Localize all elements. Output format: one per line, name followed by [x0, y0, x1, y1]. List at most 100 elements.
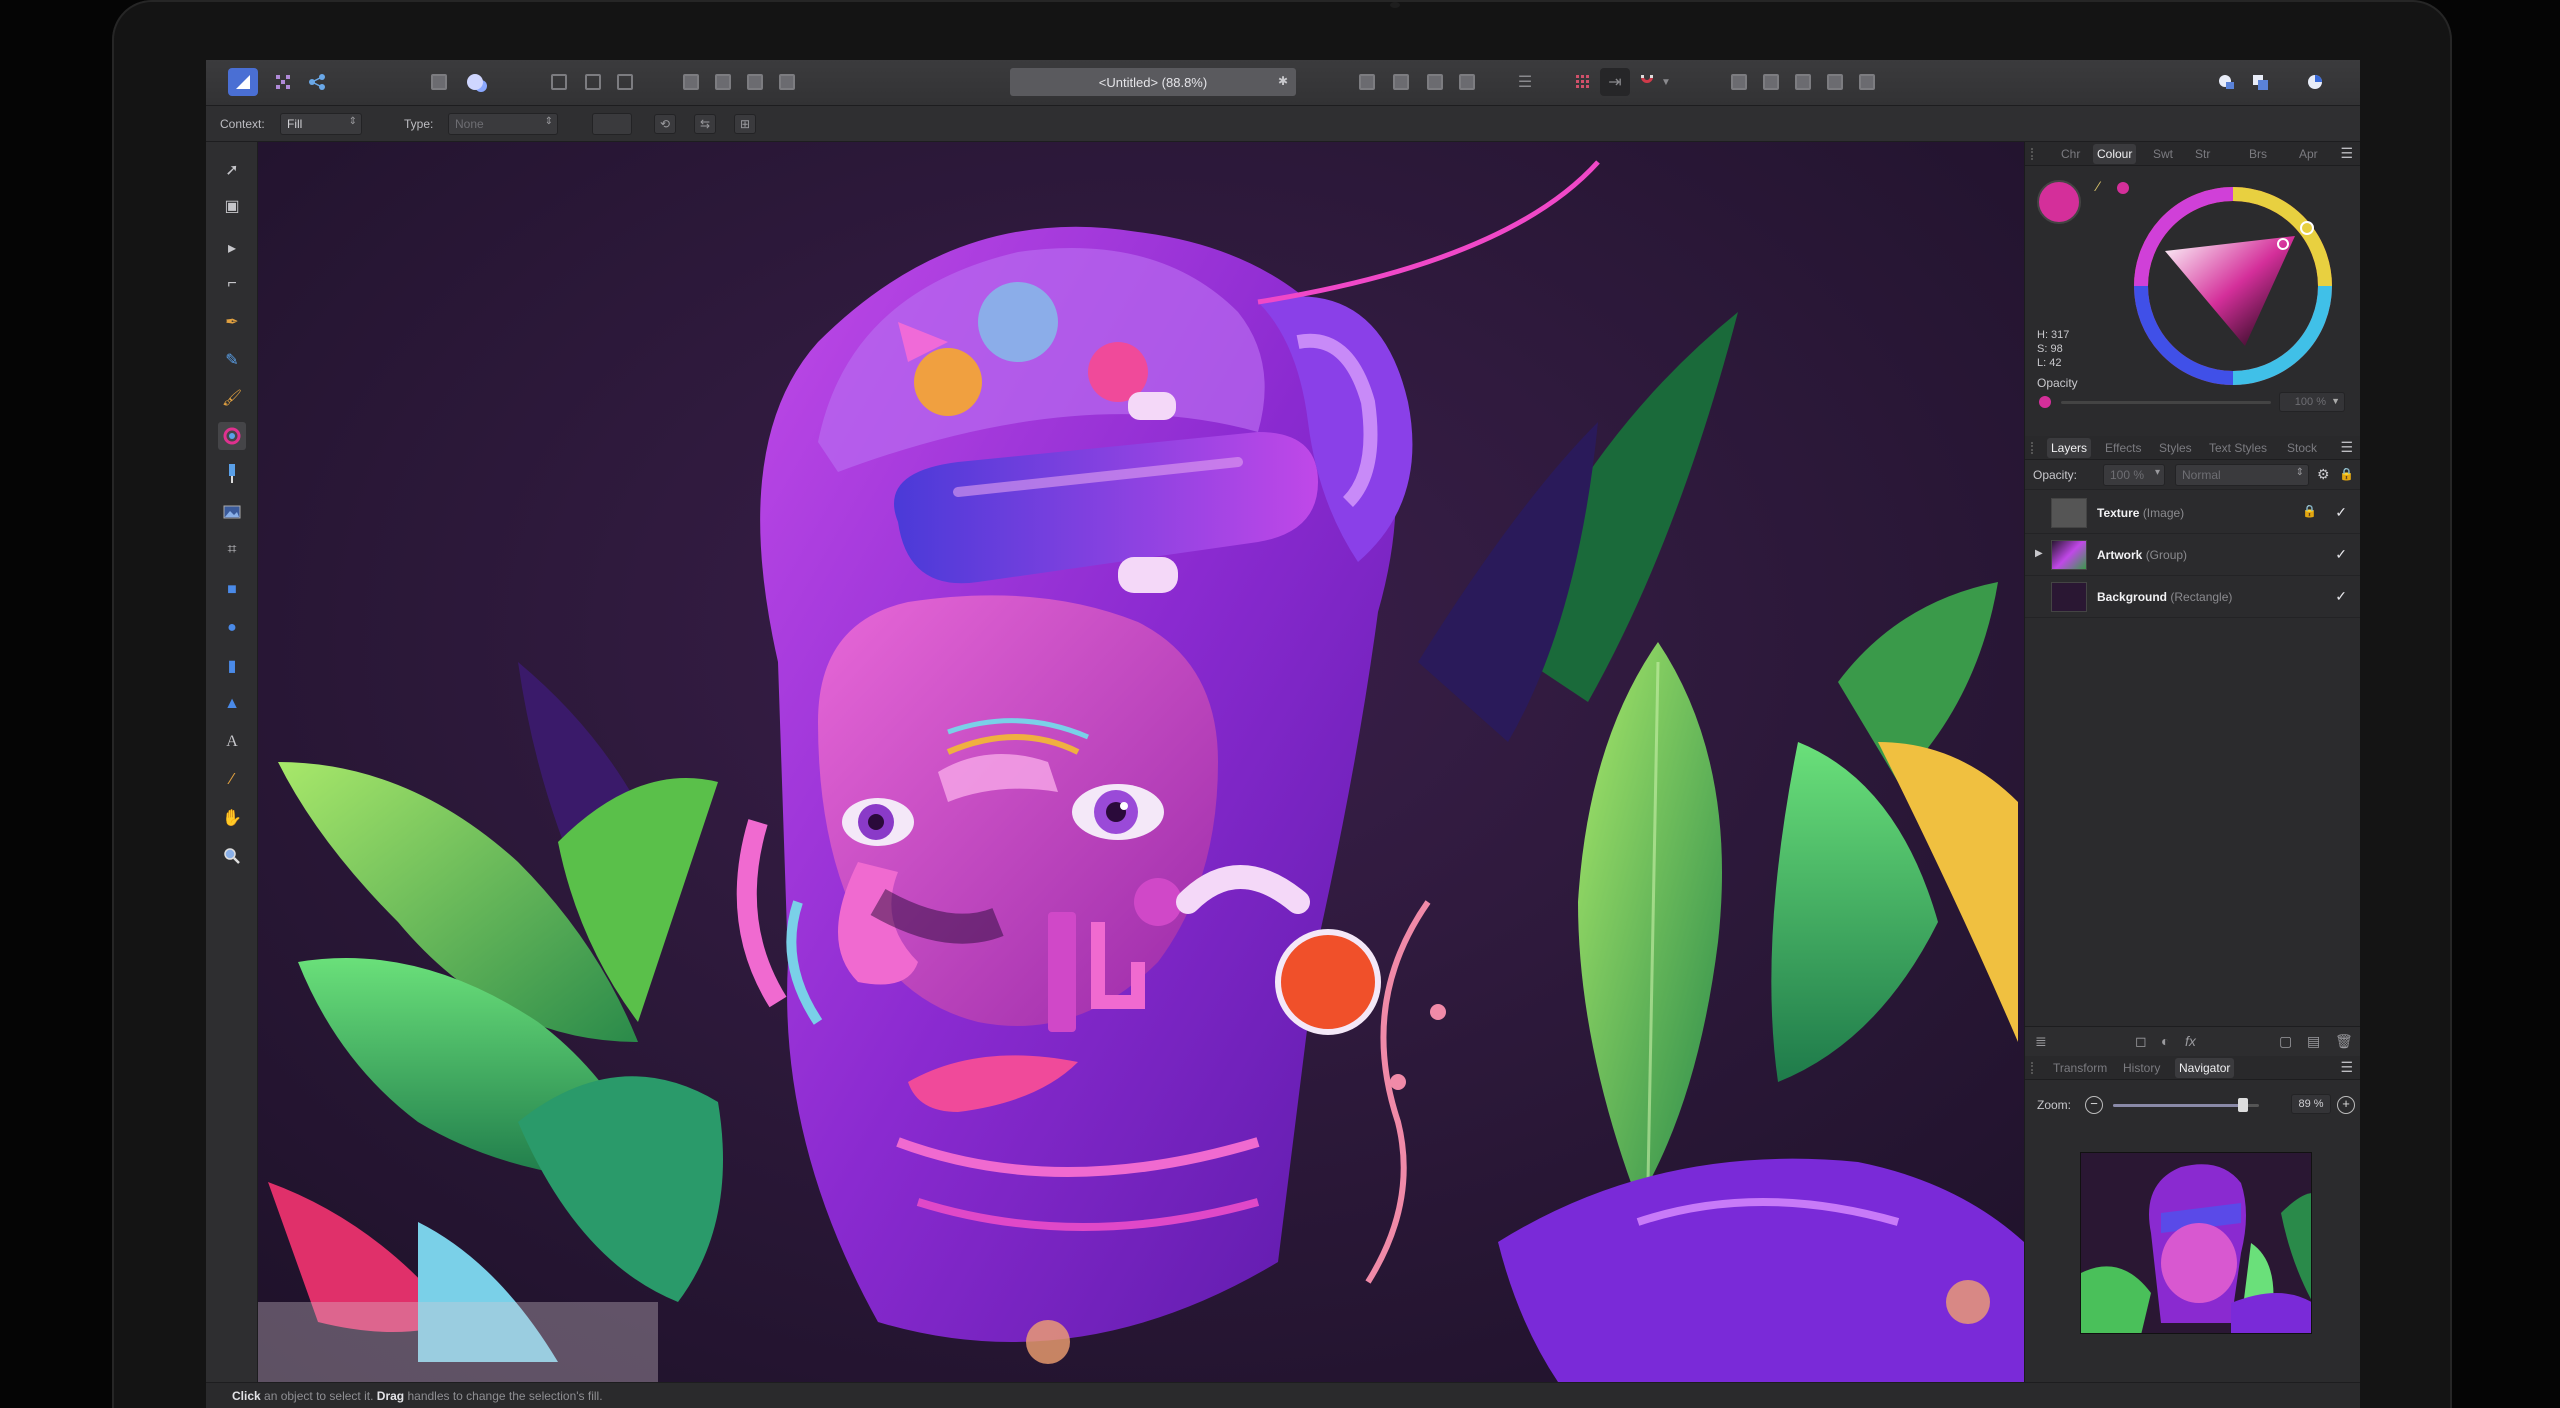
rotate-right-icon[interactable] [1452, 68, 1482, 96]
fill-options-icon[interactable]: ⊞ [734, 114, 756, 134]
boolean-xor-icon[interactable] [1820, 68, 1850, 96]
expand-triangle-icon[interactable]: ▶ [2035, 548, 2043, 559]
tab-effects[interactable]: Effects [2105, 441, 2141, 455]
panel-menu-icon[interactable]: ☰ [2340, 439, 2353, 456]
layer-row-texture[interactable]: Texture (Image) 🔒 ✓ [2025, 492, 2360, 534]
swatch-field[interactable] [592, 113, 632, 135]
tab-navigator[interactable]: Navigator [2175, 1058, 2235, 1078]
rounded-rectangle-tool-icon[interactable]: ▮ [218, 652, 246, 680]
snap-frame-icon[interactable] [544, 68, 574, 96]
pen-tool-icon[interactable]: ✒ [218, 308, 246, 336]
tab-styles[interactable]: Styles [2159, 441, 2192, 455]
fill-colour-swatch[interactable] [2037, 180, 2081, 224]
zoom-field[interactable]: 89 % [2291, 1094, 2331, 1114]
zoom-in-icon[interactable]: + [2337, 1096, 2355, 1114]
layer-stack-icon[interactable]: ≣ [2035, 1033, 2047, 1050]
arrange-icon[interactable] [2246, 68, 2276, 96]
snap-grid-icon[interactable] [578, 68, 608, 96]
tab-layers[interactable]: Layers [2047, 438, 2092, 458]
place-image-tool-icon[interactable] [218, 498, 246, 526]
tab-transform[interactable]: Transform [2053, 1061, 2107, 1075]
boolean-intersect-icon[interactable] [1788, 68, 1818, 96]
zoom-slider[interactable] [2113, 1098, 2259, 1112]
transform-bounds-icon[interactable] [610, 68, 640, 96]
trash-icon[interactable]: 🗑 [2335, 1033, 2353, 1050]
insert-behind-icon[interactable] [676, 68, 706, 96]
gear-icon[interactable]: ⚙ [2317, 466, 2330, 483]
hand-tool-icon[interactable]: ✋ [218, 804, 246, 832]
text-tool-icon[interactable]: A [218, 728, 246, 756]
tab-appearance[interactable]: Apr [2299, 147, 2318, 161]
mask-layer-icon[interactable]: ◻ [2135, 1033, 2147, 1050]
stock-icon[interactable] [424, 68, 454, 96]
lock-icon[interactable]: 🔒 [2302, 504, 2317, 518]
align-icon[interactable]: ☰ [1510, 68, 1540, 96]
vector-brush-tool-icon[interactable]: 🖌 [218, 384, 246, 412]
panel-grip-icon[interactable] [2031, 1062, 2035, 1074]
panel-grip-icon[interactable] [2031, 442, 2035, 454]
pencil-tool-icon[interactable]: ✎ [218, 346, 246, 374]
insert-top-icon[interactable] [708, 68, 738, 96]
reverse-fill-icon[interactable]: ⇆ [694, 114, 716, 134]
flip-vertical-icon[interactable] [1386, 68, 1416, 96]
export-persona-icon[interactable] [302, 68, 332, 96]
isolate-icon[interactable] [772, 68, 802, 96]
layer-row-background[interactable]: Background (Rectangle) ✓ [2025, 576, 2360, 618]
colour-opacity-field[interactable]: 100 % ▼ [2279, 392, 2345, 412]
colour-opacity-slider[interactable] [2061, 401, 2271, 404]
tab-brushes[interactable]: Brs [2249, 147, 2267, 161]
boolean-divide-icon[interactable] [1852, 68, 1882, 96]
colour-picker-tool-icon[interactable]: ⁄ [218, 766, 246, 794]
zoom-slider-thumb[interactable] [2238, 1098, 2248, 1112]
rotate-fill-icon[interactable]: ⟲ [654, 114, 676, 134]
designer-persona-icon[interactable] [228, 68, 258, 96]
transparency-tool-icon[interactable] [218, 460, 246, 488]
assistant-icon[interactable] [460, 68, 490, 96]
visibility-checkmark-icon[interactable]: ✓ [2335, 588, 2347, 605]
panel-menu-icon[interactable]: ☰ [2340, 145, 2353, 162]
move-tool-icon[interactable]: ➚ [218, 156, 246, 184]
type-select[interactable]: None ⇕ [448, 113, 558, 135]
blend-mode-select[interactable]: Normal ⇕ [2175, 464, 2309, 486]
zoom-out-icon[interactable]: − [2085, 1096, 2103, 1114]
boolean-add-icon[interactable] [1724, 68, 1754, 96]
colour-picker-icon[interactable] [2300, 68, 2330, 96]
crop-tool-icon[interactable]: ⌗ [218, 536, 246, 564]
panel-menu-icon[interactable]: ☰ [2340, 1059, 2353, 1076]
eyedropper-icon[interactable]: ⁄ [2097, 178, 2099, 194]
insert-inside-icon[interactable] [740, 68, 770, 96]
zoom-tool-icon[interactable] [218, 842, 246, 870]
node-tool-icon[interactable]: ▸ [218, 234, 246, 262]
navigator-preview[interactable] [2080, 1152, 2312, 1334]
layer-row-artwork[interactable]: ▶ Artwork (Group) ✓ [2025, 534, 2360, 576]
boolean-subtract-icon[interactable] [1756, 68, 1786, 96]
context-select[interactable]: Fill ⇕ [280, 113, 362, 135]
visibility-checkmark-icon[interactable]: ✓ [2335, 504, 2347, 521]
flip-horizontal-icon[interactable] [1352, 68, 1382, 96]
snapping-grid-icon[interactable] [1568, 68, 1598, 96]
document-canvas[interactable] [258, 142, 2024, 1382]
add-layer-icon[interactable]: ▤ [2307, 1033, 2320, 1050]
layer-opacity-field[interactable]: 100 % ▾ [2103, 464, 2165, 486]
tab-swatches[interactable]: Swt [2153, 147, 2173, 161]
artboard-tool-icon[interactable]: ▣ [218, 192, 246, 220]
tab-colour[interactable]: Colour [2093, 144, 2137, 164]
fill-tool-icon[interactable] [218, 422, 246, 450]
tab-text-styles[interactable]: Text Styles [2209, 441, 2267, 455]
tab-stock[interactable]: Stock [2287, 441, 2317, 455]
corner-tool-icon[interactable]: ⌐ [218, 270, 246, 298]
document-title-tab[interactable]: <Untitled> (88.8%) ✱ [1010, 68, 1296, 96]
tab-stroke[interactable]: Str [2195, 147, 2210, 161]
new-pixel-layer-icon[interactable]: ▢ [2279, 1033, 2292, 1050]
tab-character[interactable]: Chr [2061, 147, 2080, 161]
lock-icon[interactable]: 🔒 [2339, 467, 2354, 481]
toggle-ui-icon[interactable] [2212, 68, 2242, 96]
fx-icon[interactable]: fx [2185, 1033, 2196, 1049]
visibility-checkmark-icon[interactable]: ✓ [2335, 546, 2347, 563]
adjustment-icon[interactable]: ◐ [2161, 1033, 2169, 1049]
rectangle-tool-icon[interactable]: ■ [218, 576, 246, 604]
ellipse-tool-icon[interactable]: ● [218, 614, 246, 642]
pixel-persona-icon[interactable] [268, 68, 298, 96]
panel-grip-icon[interactable] [2031, 148, 2035, 160]
rotate-left-icon[interactable] [1420, 68, 1450, 96]
